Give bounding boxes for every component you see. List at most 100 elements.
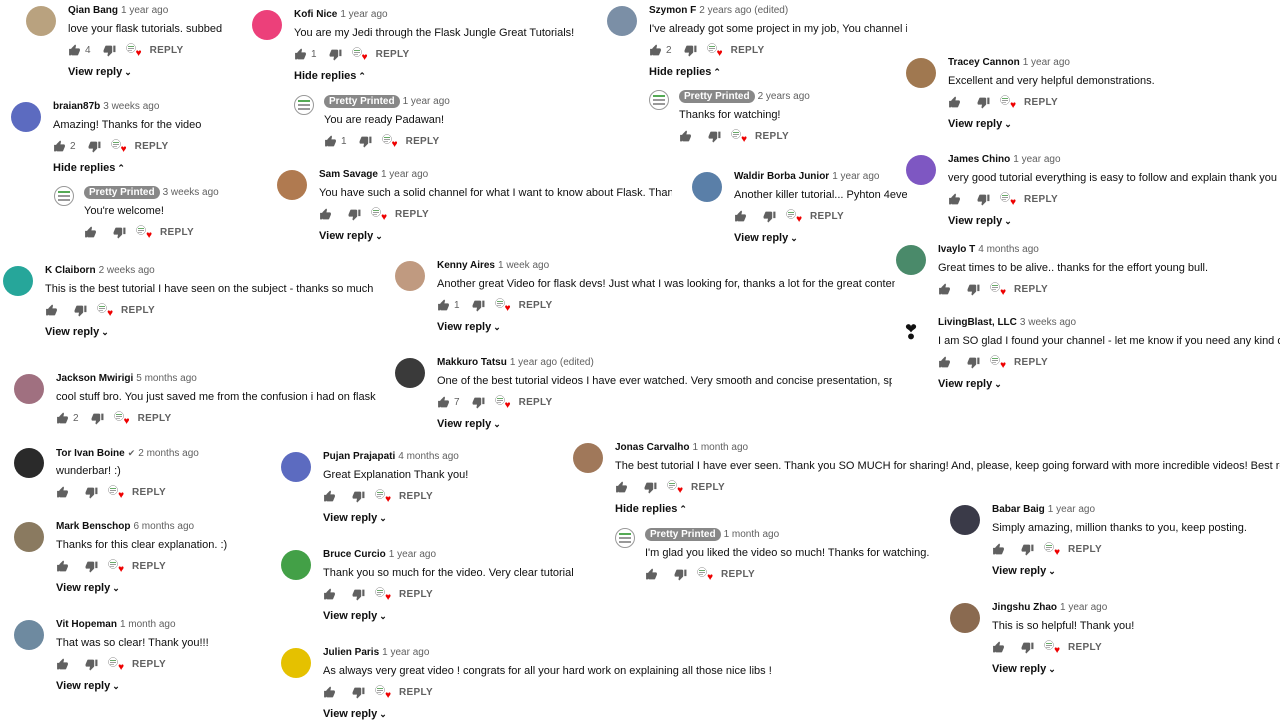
reply-button[interactable]: REPLY [138,413,172,424]
thumbs-down-icon[interactable] [472,299,485,312]
avatar[interactable] [607,6,637,36]
timestamp[interactable]: 3 weeks ago [1020,317,1076,328]
thumbs-up-icon[interactable] [319,208,332,221]
creator-heart-icon[interactable]: ♥ [351,47,368,63]
author-name[interactable]: Makkuro Tatsu [437,357,507,368]
thumbs-down-icon[interactable] [91,412,104,425]
author-name[interactable]: Jonas Carvalho [615,442,689,453]
thumbs-down-icon[interactable] [977,96,990,109]
view-reply-button[interactable]: View reply ⌄ [56,582,120,594]
author-name[interactable]: Tracey Cannon [948,57,1020,68]
author-name[interactable]: K Claiborn [45,265,96,276]
view-reply-button[interactable]: View reply ⌄ [45,326,109,338]
creator-heart-icon[interactable]: ♥ [113,411,130,427]
thumbs-up-icon[interactable] [84,226,97,239]
thumbs-down-icon[interactable] [85,486,98,499]
creator-heart-icon[interactable]: ♥ [1000,192,1016,208]
creator-heart-icon[interactable]: ♥ [371,207,387,223]
thumbs-up-icon[interactable] [437,299,450,312]
view-reply-button[interactable]: View reply ⌄ [437,321,501,333]
thumbs-down-icon[interactable] [113,226,126,239]
thumbs-down-icon[interactable] [763,210,776,223]
hide-replies-button[interactable]: Hide replies ⌃ [615,503,687,515]
creator-heart-icon[interactable]: ♥ [108,559,124,575]
thumbs-down-icon[interactable] [85,658,98,671]
reply-button[interactable]: REPLY [519,300,553,311]
thumbs-up-icon[interactable] [323,490,336,503]
avatar[interactable] [950,603,980,633]
avatar[interactable] [395,358,425,388]
thumbs-down-icon[interactable] [684,44,697,57]
reply-button[interactable]: REPLY [1014,357,1048,368]
timestamp[interactable]: 4 months ago [978,244,1039,255]
avatar[interactable] [615,528,635,548]
thumbs-up-icon[interactable] [324,135,337,148]
author-name[interactable]: James Chino [948,154,1010,165]
thumbs-down-icon[interactable] [359,135,372,148]
reply-button[interactable]: REPLY [121,305,155,316]
timestamp[interactable]: 2 months ago [138,448,199,459]
avatar[interactable] [950,505,980,535]
reply-button[interactable]: REPLY [1024,97,1058,108]
creator-heart-icon[interactable]: ♥ [375,489,391,505]
reply-button[interactable]: REPLY [721,569,755,580]
thumbs-down-icon[interactable] [352,588,365,601]
avatar[interactable] [395,261,425,291]
view-reply-button[interactable]: View reply ⌄ [948,215,1012,227]
timestamp[interactable]: 1 month ago [120,619,176,630]
view-reply-button[interactable]: View reply ⌄ [56,680,120,692]
reply-button[interactable]: REPLY [132,659,166,670]
author-name[interactable]: Kenny Aires [437,260,495,271]
thumbs-up-icon[interactable] [45,304,58,317]
timestamp[interactable]: 1 month ago [692,442,748,453]
timestamp[interactable]: 1 year ago [1048,504,1095,515]
thumbs-down-icon[interactable] [103,44,116,57]
author-name[interactable]: Mark Benschop [56,521,130,532]
view-reply-button[interactable]: View reply ⌄ [437,418,501,430]
avatar[interactable] [692,172,722,202]
timestamp[interactable]: 1 month ago [724,529,780,540]
avatar[interactable] [11,102,41,132]
author-name[interactable]: Bruce Curcio [323,549,386,560]
thumbs-up-icon[interactable] [323,588,336,601]
thumbs-up-icon[interactable] [53,140,66,153]
reply-button[interactable]: REPLY [1068,544,1102,555]
creator-badge[interactable]: Pretty Printed [645,528,721,541]
view-reply-button[interactable]: View reply ⌄ [938,378,1002,390]
timestamp[interactable]: 1 week ago [498,260,549,271]
thumbs-up-icon[interactable] [948,96,961,109]
avatar[interactable] [281,550,311,580]
thumbs-up-icon[interactable] [679,130,692,143]
thumbs-down-icon[interactable] [85,560,98,573]
thumbs-up-icon[interactable] [56,412,69,425]
avatar[interactable] [281,452,311,482]
thumbs-down-icon[interactable] [1021,543,1034,556]
avatar[interactable] [252,10,282,40]
avatar[interactable] [281,648,311,678]
creator-heart-icon[interactable]: ♥ [108,657,124,673]
author-name[interactable]: Jingshu Zhao [992,602,1057,613]
timestamp[interactable]: 1 year ago [1013,154,1060,165]
hide-replies-button[interactable]: Hide replies ⌃ [53,162,125,174]
timestamp[interactable]: 3 weeks ago [103,101,159,112]
creator-heart-icon[interactable]: ♥ [1000,95,1016,111]
author-name[interactable]: Ivaylo T [938,244,975,255]
hide-replies-button[interactable]: Hide replies ⌃ [649,66,721,78]
creator-badge[interactable]: Pretty Printed [84,186,160,199]
hide-replies-button[interactable]: Hide replies ⌃ [294,70,366,82]
timestamp[interactable]: 3 weeks ago [163,187,219,198]
creator-heart-icon[interactable]: ♥ [494,395,511,411]
thumbs-up-icon[interactable] [992,543,1005,556]
reply-button[interactable]: REPLY [135,141,169,152]
creator-heart-icon[interactable]: ♥ [1044,640,1060,656]
creator-heart-icon[interactable]: ♥ [786,209,802,225]
thumbs-down-icon[interactable] [472,396,485,409]
avatar[interactable]: ❣ [896,318,926,348]
thumbs-up-icon[interactable] [938,356,951,369]
timestamp[interactable]: 1 year ago [1060,602,1107,613]
reply-button[interactable]: REPLY [150,45,184,56]
author-name[interactable]: Szymon F [649,5,696,16]
reply-button[interactable]: REPLY [399,589,433,600]
avatar[interactable] [14,374,44,404]
creator-badge[interactable]: Pretty Printed [679,90,755,103]
